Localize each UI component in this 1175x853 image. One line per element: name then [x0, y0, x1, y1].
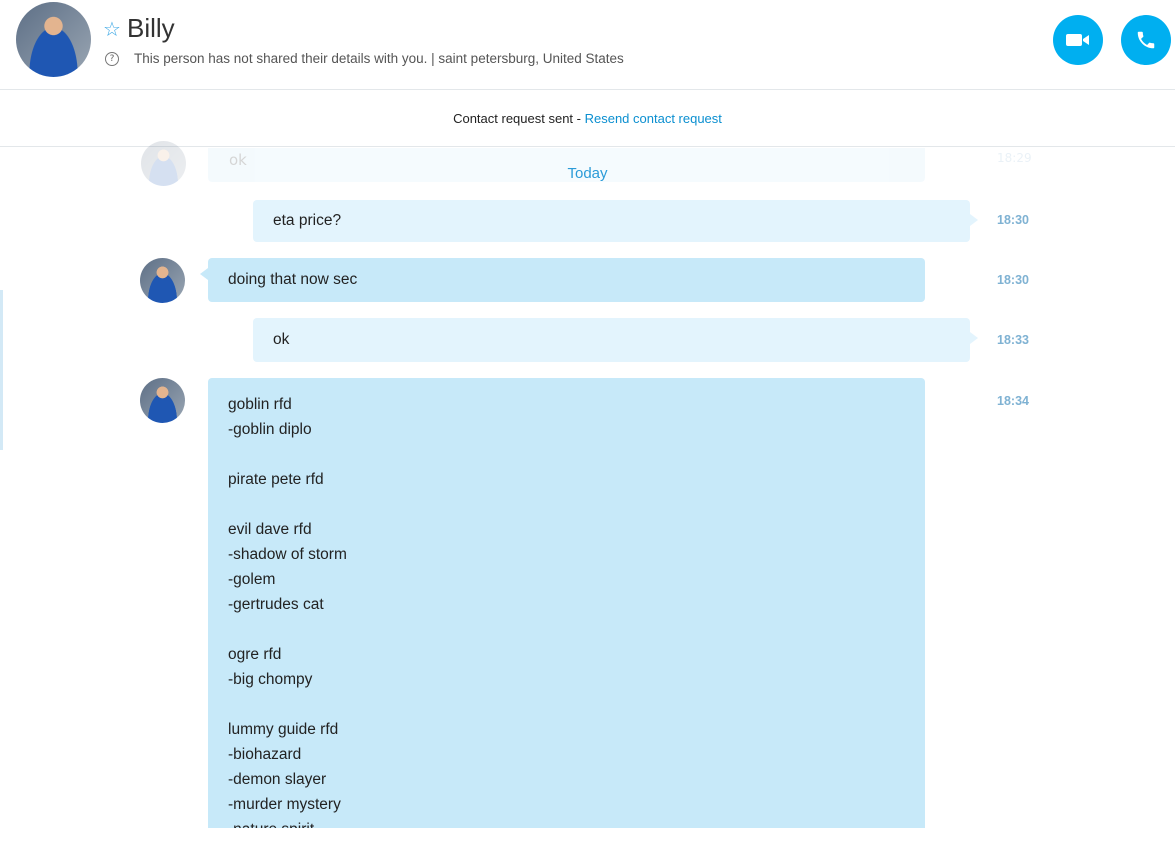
message-line	[228, 692, 905, 717]
phone-icon	[1137, 31, 1155, 49]
message-text: doing that now sec	[228, 271, 358, 288]
message-line: -goblin diplo	[228, 421, 312, 438]
conversation-header: ☆ Billy ? This person has not shared the…	[0, 0, 1175, 90]
message-text: eta price?	[273, 212, 342, 229]
audio-call-button[interactable]	[1121, 15, 1171, 65]
message-line: lummy guide rfd	[228, 721, 339, 738]
message-line	[228, 442, 905, 467]
message-time: 18:29	[997, 151, 1032, 165]
contact-avatar[interactable]	[16, 2, 91, 77]
star-icon[interactable]: ☆	[103, 17, 121, 41]
message-time: 18:30	[997, 213, 1029, 227]
message-bubble[interactable]: doing that now sec	[200, 258, 925, 302]
sidebar-edge	[0, 290, 3, 450]
message-line: -golem	[228, 571, 276, 588]
message-bubble[interactable]: ok	[253, 318, 978, 362]
date-divider: Today	[567, 165, 608, 182]
message-line: -murder mystery	[228, 796, 341, 813]
contact-subtitle: This person has not shared their details…	[134, 51, 624, 66]
message-line: -big chompy	[228, 671, 313, 688]
video-camera-icon	[1066, 34, 1089, 46]
message-bubble[interactable]: eta price?	[253, 200, 978, 242]
contact-avatar-small[interactable]	[140, 378, 185, 423]
message-line: goblin rfd	[228, 396, 292, 413]
message-line	[228, 492, 905, 517]
resend-contact-request-link[interactable]: Resend contact request	[585, 111, 722, 126]
message-line: -demon slayer	[228, 771, 327, 788]
message-line: -biohazard	[228, 746, 302, 763]
notice-text: Contact request sent -	[453, 111, 585, 126]
contact-name[interactable]: Billy	[127, 13, 175, 44]
message-text: ok	[273, 331, 290, 348]
video-call-button[interactable]	[1053, 15, 1103, 65]
message-bubble-long[interactable]: goblin rfd -goblin diplo pirate pete rfd…	[208, 378, 925, 828]
message-time: 18:34	[997, 394, 1029, 408]
message-line: -nature spirit	[228, 817, 905, 828]
message-time: 18:30	[997, 273, 1029, 287]
message-line: -shadow of storm	[228, 546, 347, 563]
message-line: pirate pete rfd	[228, 471, 324, 488]
message-line: -gertrudes cat	[228, 596, 324, 613]
message-line	[228, 617, 905, 642]
help-circle-icon: ?	[105, 52, 119, 66]
message-line: ogre rfd	[228, 646, 282, 663]
message-line: evil dave rfd	[228, 521, 312, 538]
contact-request-notice: Contact request sent - Resend contact re…	[0, 91, 1175, 147]
message-time: 18:33	[997, 333, 1029, 347]
contact-avatar-small[interactable]	[140, 258, 185, 303]
